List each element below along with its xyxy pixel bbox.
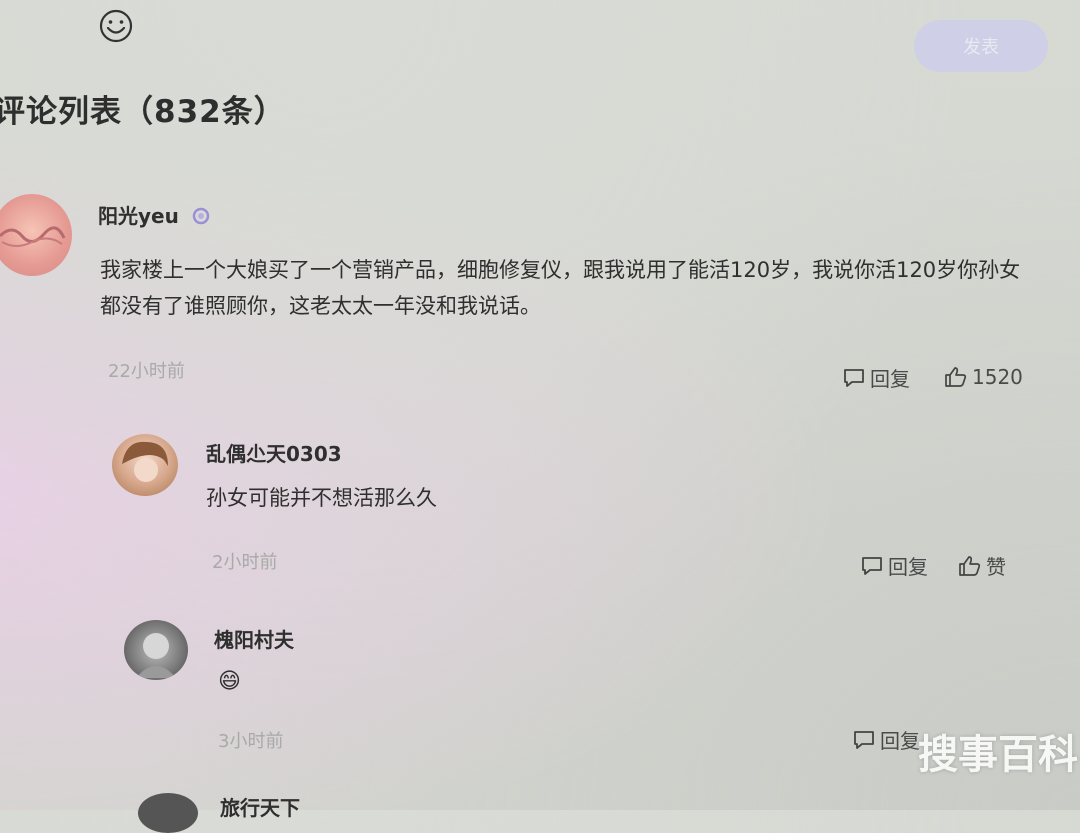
verified-badge-icon [192, 207, 210, 225]
reply-time: 2小时前 [212, 552, 278, 573]
watermark: 搜事百科 [918, 732, 1078, 778]
reply-username[interactable]: 旅行天下 [220, 792, 300, 821]
reply-time: 3小时前 [218, 731, 284, 752]
avatar-image [0, 226, 66, 247]
reply-username[interactable]: 乱偶尐天0303 [206, 438, 342, 467]
reply-button[interactable]: 回复 [860, 551, 928, 580]
comment-icon [862, 556, 882, 575]
reply-button[interactable]: 回复 [852, 725, 920, 754]
like-button[interactable]: 赞 [958, 551, 1006, 580]
avatar-image [136, 633, 176, 678]
emoji-icon[interactable] [98, 8, 134, 44]
comment-time: 22小时前 [108, 361, 185, 382]
reply-button[interactable]: 回复 [842, 363, 910, 392]
comment-list-title: 评论列表（832条） [0, 94, 286, 130]
submit-button[interactable]: 发表 [914, 20, 1048, 72]
reply-username[interactable]: 槐阳村夫 [214, 624, 294, 653]
like-button[interactable]: 1520 [944, 365, 1023, 389]
avatar[interactable] [0, 194, 72, 276]
avatar-image [122, 441, 168, 482]
comment-text: 我家楼上一个大娘买了一个营销产品，细胞修复仪，跟我说用了能活120岁，我说你活1… [100, 258, 1021, 318]
comment-icon [844, 368, 864, 387]
thumbs-up-icon [959, 555, 981, 576]
reply-text: 孙女可能并不想活那么久 [206, 486, 437, 510]
thumbs-up-icon [945, 367, 967, 387]
comment-username[interactable]: 阳光yeu [98, 200, 210, 229]
avatar[interactable] [138, 793, 198, 833]
comment-icon [854, 730, 874, 749]
reply-emoji: 😄 [218, 669, 241, 694]
avatar[interactable] [124, 620, 188, 680]
avatar[interactable] [112, 434, 178, 496]
